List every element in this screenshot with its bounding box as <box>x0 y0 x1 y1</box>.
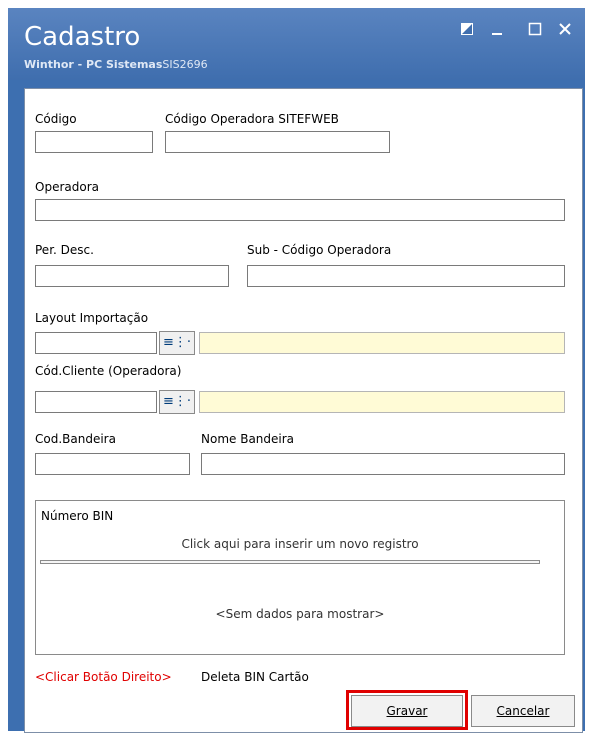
bin-grid[interactable]: Número BIN Click aqui para inserir um no… <box>35 500 565 655</box>
codigo-input[interactable] <box>35 131 153 153</box>
window-title: Cadastro <box>24 22 141 52</box>
new-row-prompt[interactable]: Click aqui para inserir um novo registro <box>36 537 564 551</box>
restore-icon[interactable] <box>458 22 476 40</box>
nome-bandeira-input[interactable] <box>201 453 565 475</box>
minimize-icon[interactable] <box>488 22 506 40</box>
cod-cliente-input[interactable] <box>35 391 157 413</box>
cod-cliente-label: Cód.Cliente (Operadora) <box>35 364 182 378</box>
right-click-hint: <Clicar Botão Direito> <box>35 670 172 684</box>
cod-cliente-lookup-button[interactable]: ≡⋮· <box>159 390 195 414</box>
grid-title: Número BIN <box>41 509 114 523</box>
codigo-label: Código <box>35 112 77 126</box>
maximize-icon[interactable] <box>526 22 544 40</box>
delete-bin-hint: Deleta BIN Cartão <box>201 670 309 684</box>
window-subtitle: Winthor - PC SistemasSIS2696 <box>24 58 208 71</box>
cod-bandeira-input[interactable] <box>35 453 190 475</box>
empty-grid-text: <Sem dados para mostrar> <box>215 607 385 621</box>
cadastro-window: Cadastro Winthor - PC SistemasSIS2696 Có… <box>8 8 585 733</box>
sub-codigo-label: Sub - Código Operadora <box>247 243 392 257</box>
cancelar-button[interactable]: Cancelar <box>471 695 575 727</box>
subtitle-code: SIS2696 <box>162 58 208 71</box>
cod-bandeira-label: Cod.Bandeira <box>35 432 116 446</box>
layout-input[interactable] <box>35 332 157 354</box>
subtitle-app: Winthor - PC Sistemas <box>24 58 163 71</box>
close-icon[interactable] <box>556 22 574 40</box>
title-bar: Cadastro Winthor - PC SistemasSIS2696 <box>8 8 585 80</box>
per-desc-input[interactable] <box>35 265 229 287</box>
cancelar-label: Cancelar <box>496 704 550 718</box>
layout-label: Layout Importação <box>35 311 149 325</box>
new-row-bar[interactable] <box>40 560 540 564</box>
nome-bandeira-label: Nome Bandeira <box>201 432 295 446</box>
operadora-input[interactable] <box>35 199 565 221</box>
operadora-label: Operadora <box>35 180 99 194</box>
sub-codigo-input[interactable] <box>247 265 565 287</box>
codigo-sitef-input[interactable] <box>165 131 390 153</box>
lookup-icon: ≡⋮· <box>162 394 192 409</box>
cod-cliente-description <box>199 391 565 413</box>
codigo-sitef-label: Código Operadora SITEFWEB <box>165 112 339 126</box>
layout-description <box>199 332 565 354</box>
lookup-icon: ≡⋮· <box>162 335 192 350</box>
per-desc-label: Per. Desc. <box>35 243 94 257</box>
gravar-highlight-box <box>346 690 468 730</box>
form-area: Código Código Operadora SITEFWEB Operado… <box>24 88 583 733</box>
layout-lookup-button[interactable]: ≡⋮· <box>159 331 195 355</box>
